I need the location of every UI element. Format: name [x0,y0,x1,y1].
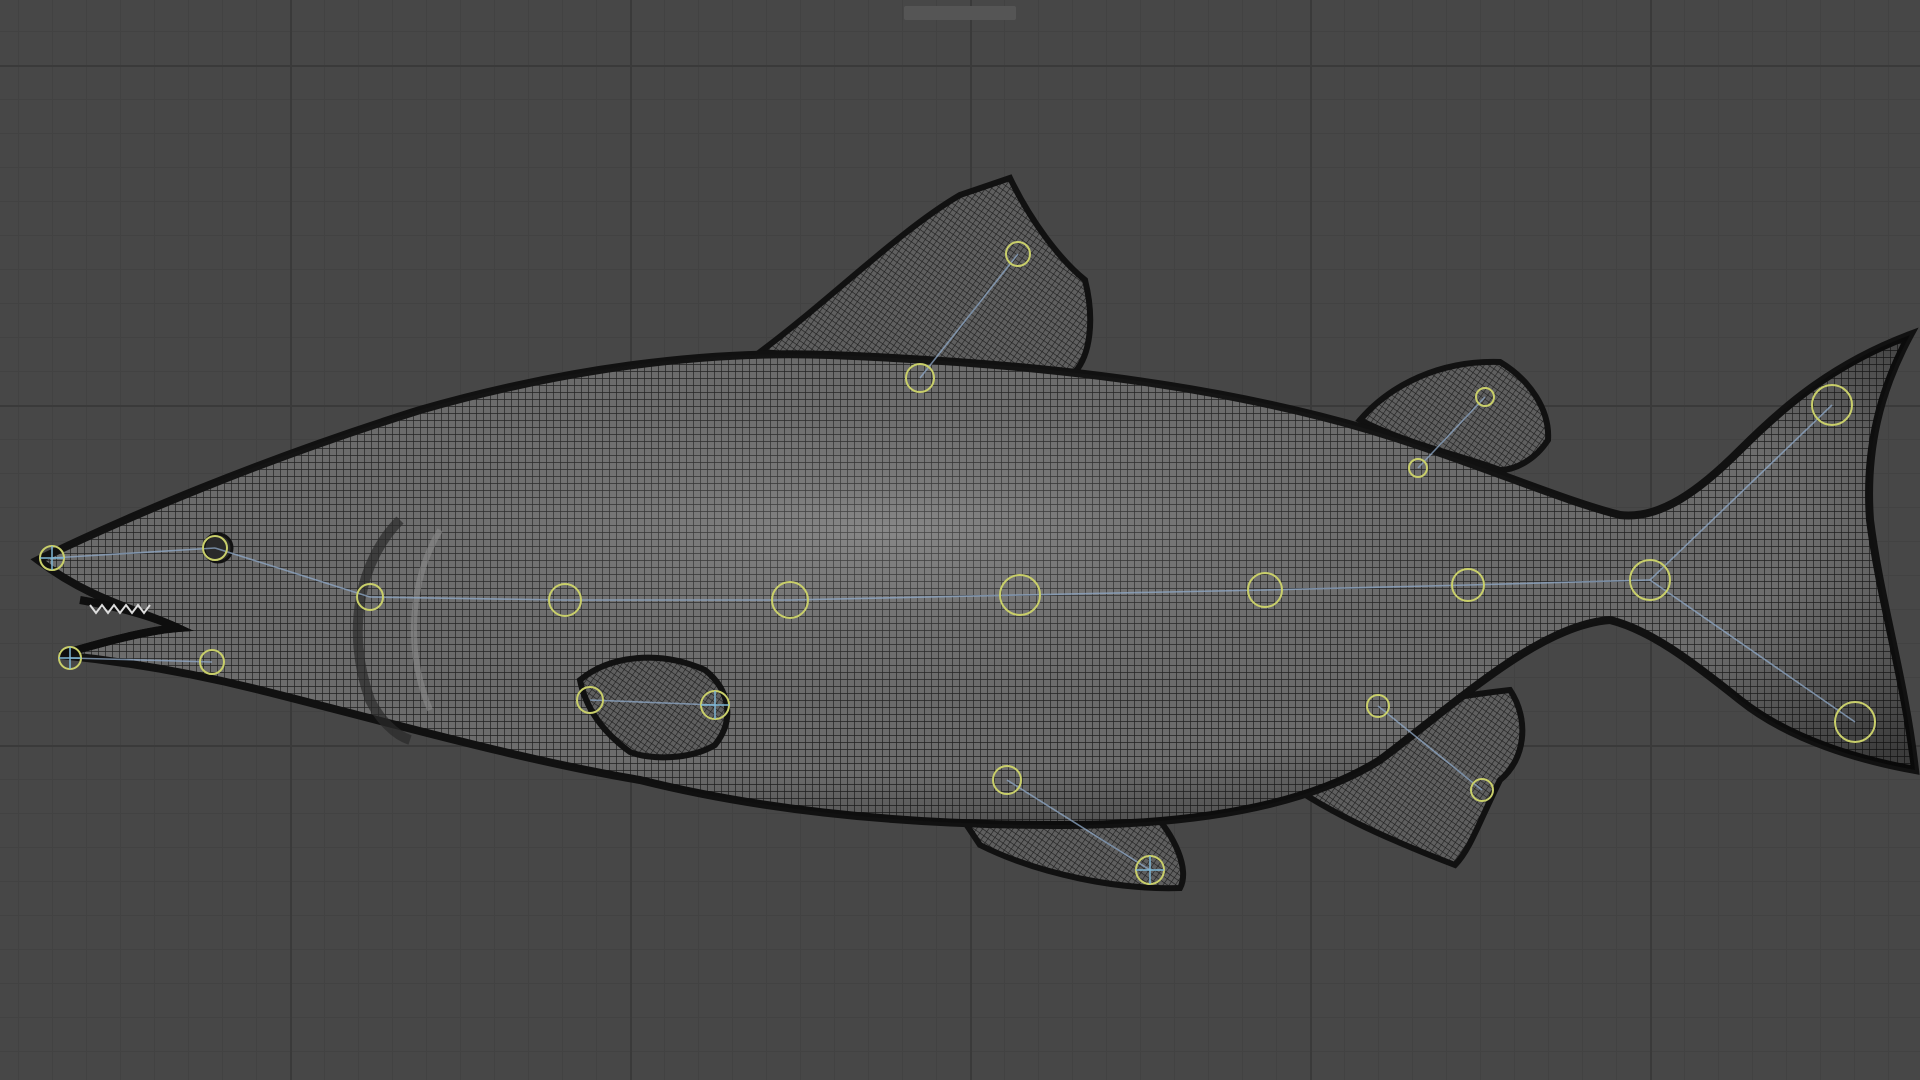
joint-snout[interactable] [39,545,65,571]
3d-viewport[interactable] [0,0,1920,1080]
dorsal-fin[interactable] [751,174,1094,376]
fish-model[interactable] [0,0,1920,1080]
joint-jaw[interactable] [58,646,82,670]
joint-pectoral-tip[interactable] [700,690,730,720]
joint-pelvic-tip[interactable] [1135,855,1165,885]
